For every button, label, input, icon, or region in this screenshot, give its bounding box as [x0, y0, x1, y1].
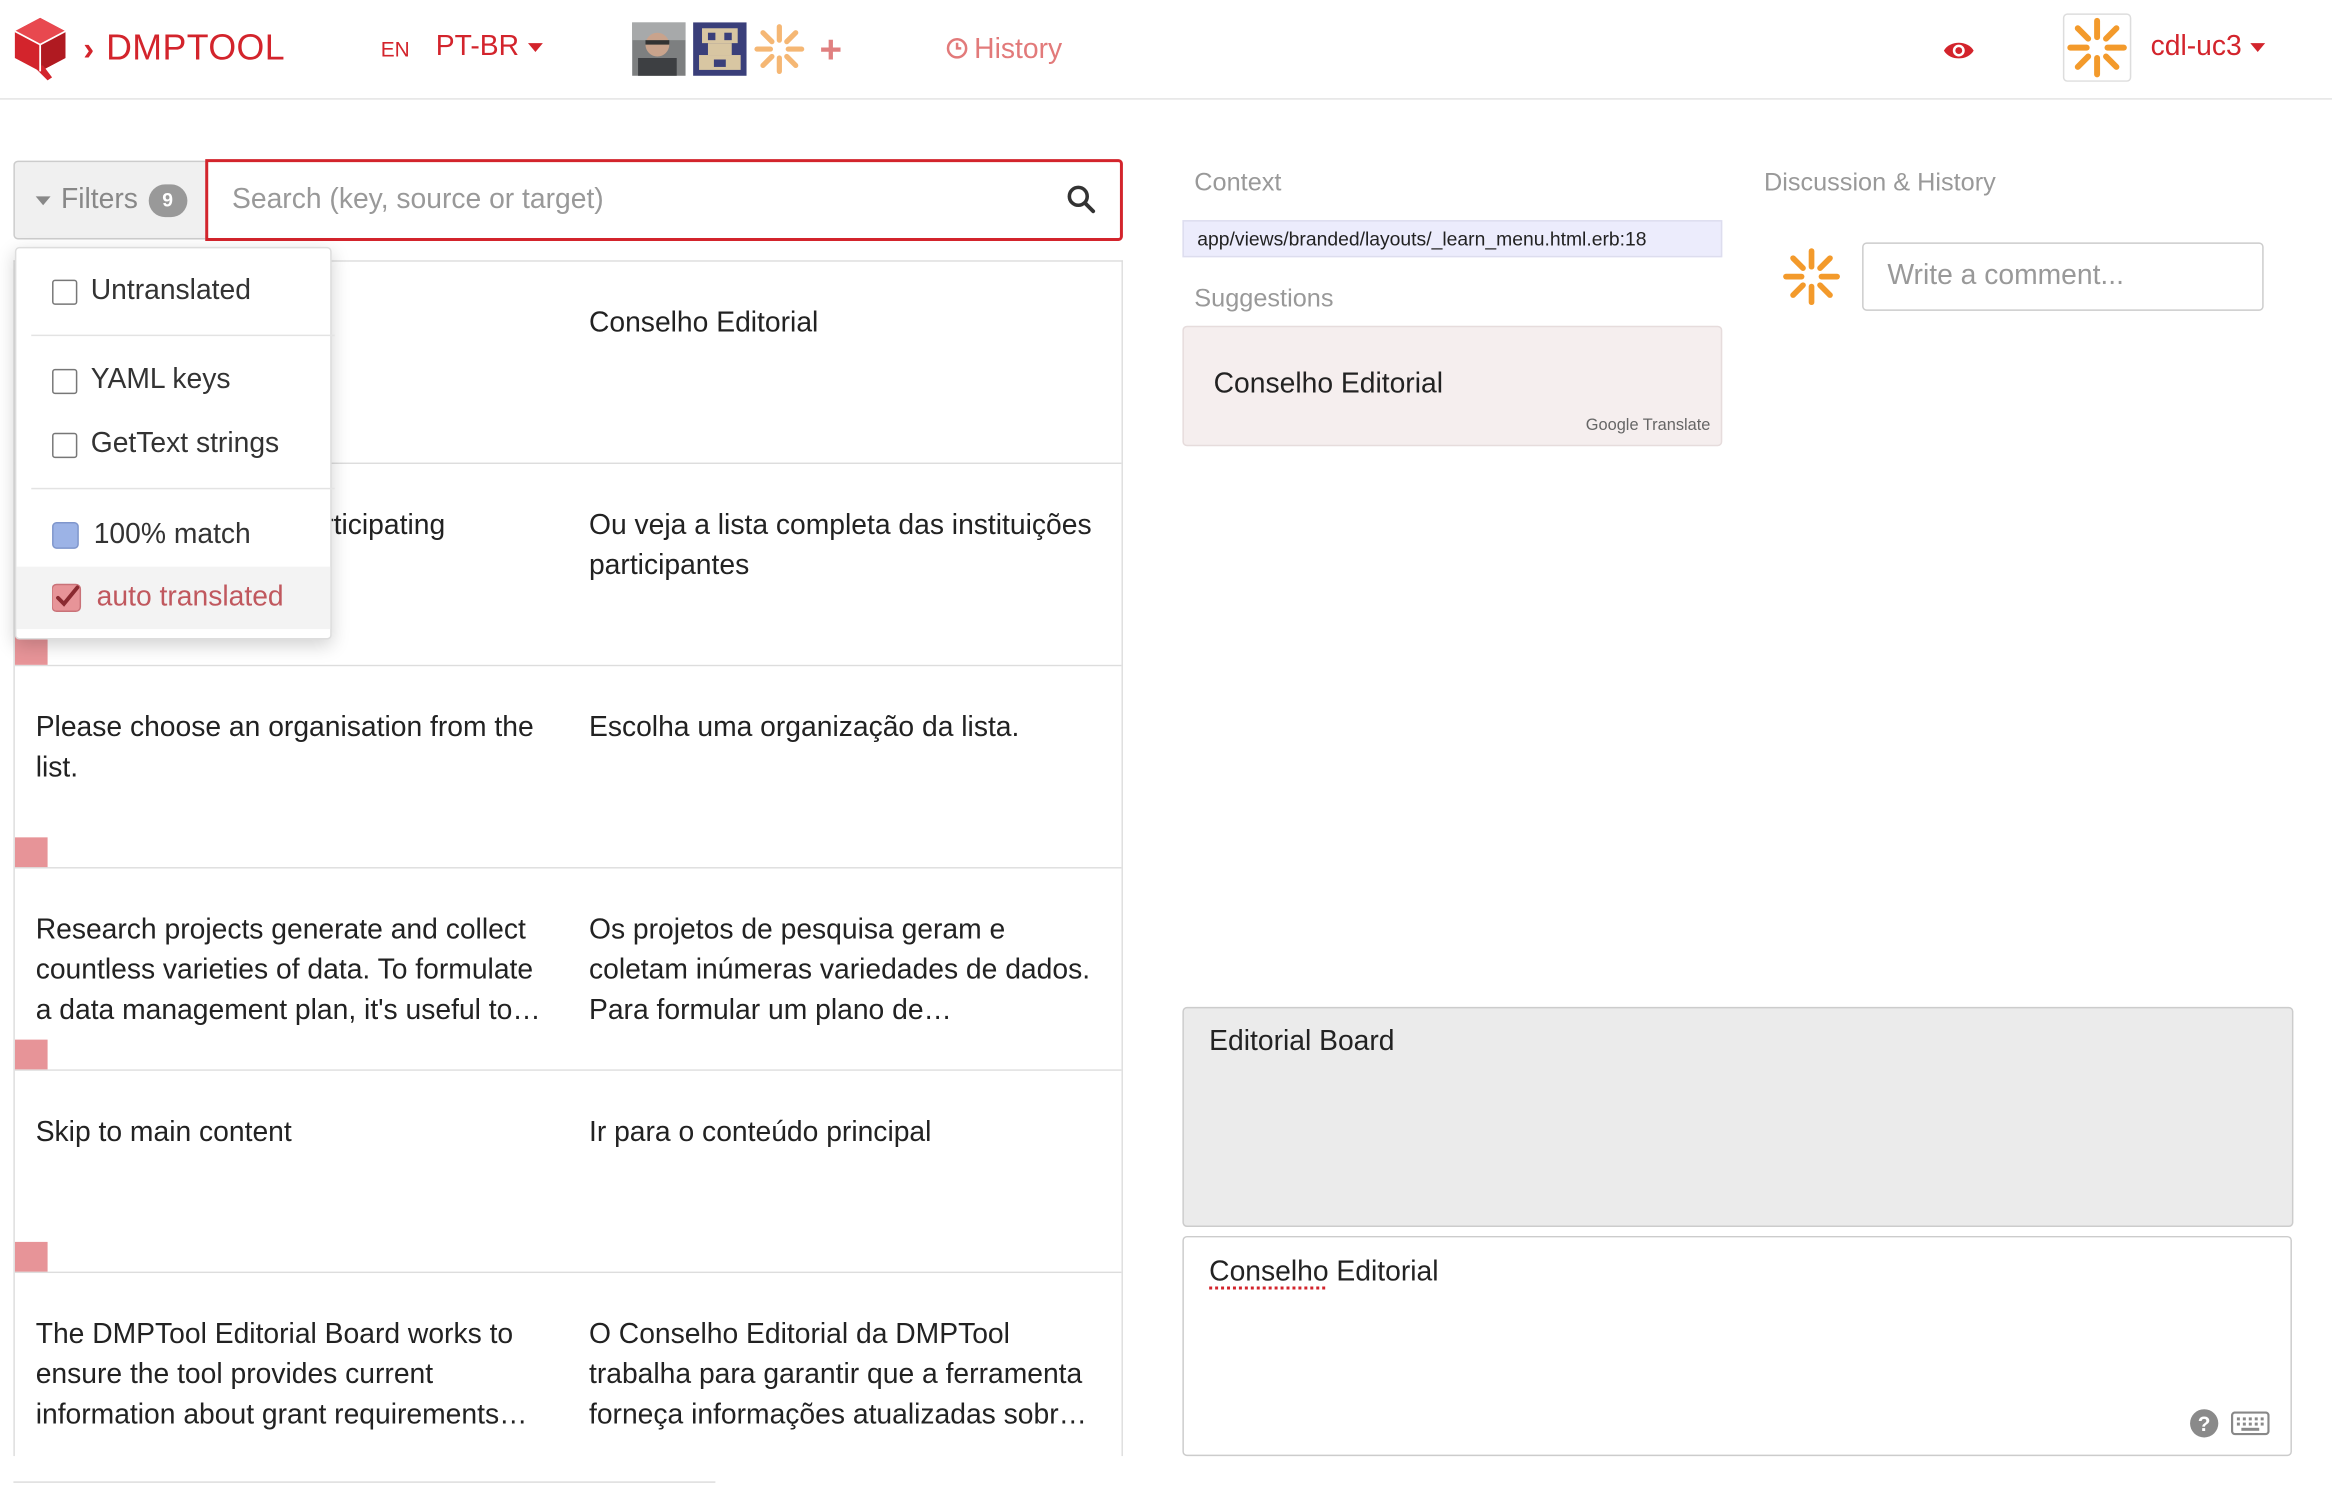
help-icon[interactable]: ?	[2189, 1408, 2219, 1438]
brand-link[interactable]: › DMPTOOL	[12, 15, 285, 83]
translation-text[interactable]: Conselho Editorial	[1209, 1257, 1438, 1290]
checkbox-icon[interactable]	[52, 368, 78, 394]
context-heading: Context	[1194, 168, 1282, 197]
filters-dropdown-menu: Untranslated YAML keys GetText strings 1…	[14, 246, 335, 640]
caret-down-icon	[2250, 43, 2266, 53]
svg-text:?: ?	[2198, 1413, 2211, 1436]
match-swatch-icon[interactable]	[52, 522, 79, 549]
suggestions-heading: Suggestions	[1194, 284, 1334, 313]
target-language-label: PT-BR	[435, 31, 519, 63]
search-icon[interactable]	[1066, 184, 1096, 214]
search-input[interactable]	[208, 162, 1012, 238]
checkbox-icon[interactable]	[52, 278, 78, 305]
filters-label: Filters	[60, 183, 138, 215]
translation-text-rest: Editorial	[1328, 1256, 1439, 1289]
source-text: Editorial Board	[1209, 1026, 1395, 1058]
user-avatar[interactable]	[2062, 13, 2132, 82]
target-language-dropdown[interactable]: PT-BR	[436, 31, 543, 64]
suggestion-provider: Google Translate	[1585, 416, 1711, 435]
filter-gettext-strings[interactable]: GetText strings	[16, 413, 330, 475]
breadcrumb-chevron-icon: ›	[83, 29, 95, 67]
filter-label: GetText strings	[90, 428, 280, 460]
row-source-text: Research projects generate and collect c…	[35, 914, 541, 1027]
source-language: EN	[380, 37, 410, 61]
translation-row[interactable]: The DMPTool Editorial Board works to ens…	[14, 1273, 1122, 1457]
checkbox-icon[interactable]	[52, 432, 78, 458]
row-target-text: Ir para o conteúdo principal	[588, 1116, 932, 1149]
row-source-text: Skip to main content	[35, 1116, 292, 1149]
context-file-path[interactable]: app/views/branded/layouts/_learn_menu.ht…	[1182, 220, 1723, 258]
translator-avatar-pixel[interactable]	[693, 22, 747, 76]
translator-avatar-starburst[interactable]	[753, 22, 807, 76]
translation-row[interactable]: Research projects generate and collect c…	[14, 868, 1122, 1071]
user-menu-dropdown[interactable]: cdl-uc3	[2151, 31, 2266, 64]
auto-translated-marker	[14, 837, 48, 868]
list-footer-divider	[13, 1481, 716, 1490]
filter-untranslated[interactable]: Untranslated	[16, 260, 330, 322]
auto-translated-marker	[14, 1241, 48, 1272]
caret-down-icon	[35, 195, 51, 205]
commenter-avatar-icon	[1783, 248, 1840, 306]
discussion-heading: Discussion & History	[1763, 168, 1996, 197]
filter-label: auto translated	[96, 581, 284, 613]
divider	[31, 334, 335, 337]
suggestion-text: Conselho Editorial	[1213, 368, 1443, 401]
ruby-logo-icon	[14, 17, 66, 81]
clock-icon	[946, 38, 968, 59]
translation-editor[interactable]: Conselho Editorial	[1182, 1235, 2292, 1457]
filter-label: 100% match	[93, 519, 251, 551]
filters-count-badge: 9	[148, 183, 188, 217]
filter-label: Untranslated	[90, 275, 251, 307]
spellcheck-word: Conselho	[1209, 1256, 1329, 1289]
keyboard-icon[interactable]	[2230, 1411, 2270, 1436]
row-source-text: rticipating	[324, 510, 446, 542]
row-target-text: Ou veja a lista completa das instituiçõe…	[588, 510, 1092, 582]
comment-input[interactable]	[1862, 242, 2264, 311]
auto-translated-marker	[14, 1039, 48, 1070]
row-target-text: O Conselho Editorial da DMPTool trabalha…	[588, 1319, 1087, 1431]
translation-row[interactable]: Please choose an organisation from the l…	[14, 666, 1122, 869]
row-source-text: The DMPTool Editorial Board works to ens…	[35, 1319, 528, 1431]
filter-100-match[interactable]: 100% match	[16, 504, 330, 566]
translation-row[interactable]: Skip to main content Ir para o conteúdo …	[14, 1070, 1122, 1274]
row-target-text: Os projetos de pesquisa geram e coletam …	[588, 914, 1091, 1027]
history-link[interactable]: History	[946, 34, 1062, 67]
row-target-text: Escolha uma organização da lista.	[588, 712, 1020, 744]
caret-down-icon	[527, 43, 543, 53]
search-box	[205, 159, 1123, 241]
filter-yaml-keys[interactable]: YAML keys	[16, 350, 330, 412]
translator-avatar-photo[interactable]	[632, 22, 686, 76]
source-text-panel: Editorial Board	[1182, 1006, 2294, 1228]
divider	[31, 487, 335, 490]
username-label: cdl-uc3	[2150, 31, 2242, 63]
row-source-text: Please choose an organisation from the l…	[35, 712, 534, 784]
eye-icon[interactable]	[1942, 39, 1975, 63]
filters-button[interactable]: Filters 9	[13, 160, 207, 240]
row-target-text: Conselho Editorial	[588, 307, 819, 340]
top-navbar: › DMPTOOL EN PT-BR + History cdl-uc3	[0, 0, 2332, 100]
user-starburst-icon	[2067, 17, 2127, 78]
checked-swatch-icon[interactable]	[52, 583, 82, 613]
filter-auto-translated[interactable]: auto translated	[16, 566, 331, 630]
history-label: History	[974, 34, 1063, 66]
filter-label: YAML keys	[90, 364, 231, 396]
project-name[interactable]: DMPTOOL	[106, 28, 285, 70]
add-translator-icon[interactable]: +	[820, 27, 843, 73]
suggestion-card[interactable]: Conselho Editorial Google Translate	[1182, 325, 1723, 447]
